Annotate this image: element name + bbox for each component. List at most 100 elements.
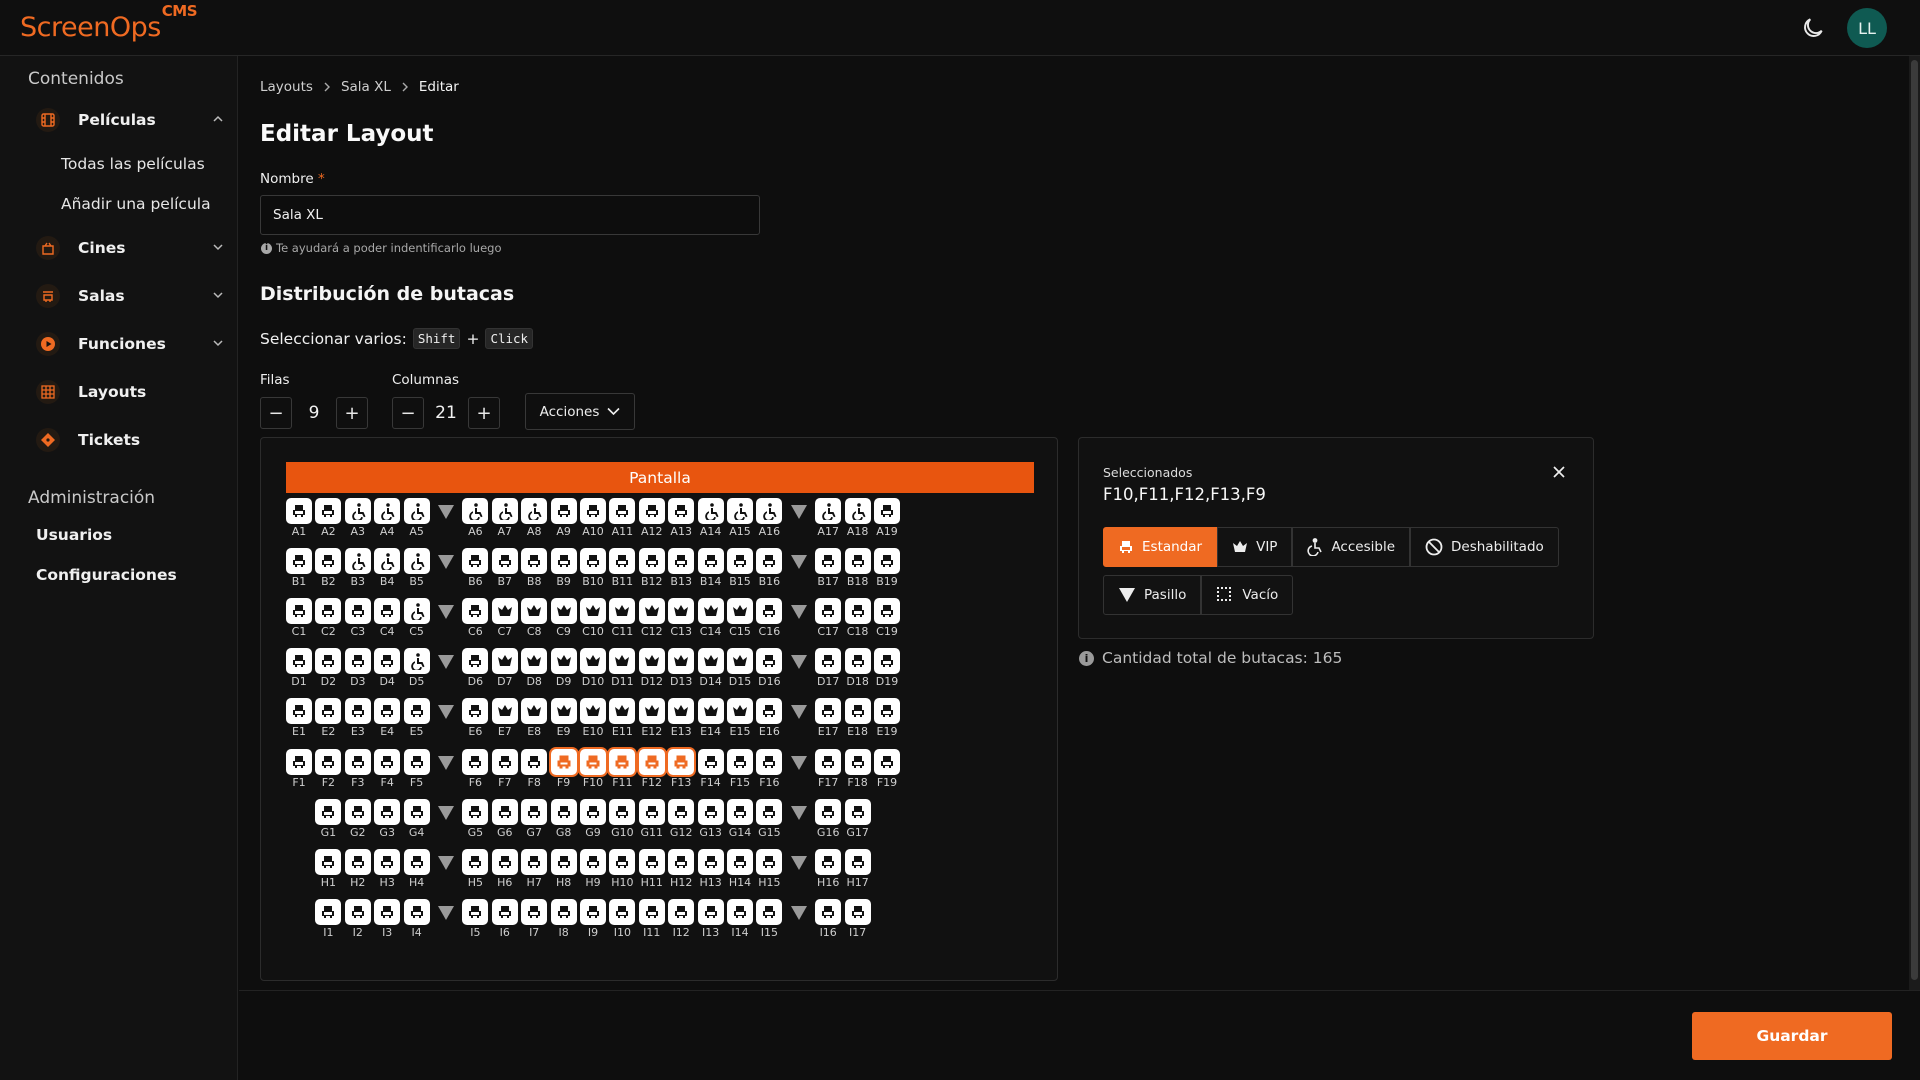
seat-E11[interactable] bbox=[609, 698, 636, 725]
seat-G2[interactable] bbox=[344, 798, 371, 825]
user-avatar[interactable]: LL bbox=[1847, 8, 1887, 48]
breadcrumb-sala[interactable]: Sala XL bbox=[341, 79, 391, 95]
seat-H11[interactable] bbox=[638, 848, 665, 875]
seat-C5[interactable] bbox=[403, 598, 430, 625]
seat-A16[interactable] bbox=[756, 498, 783, 524]
seat-B9[interactable] bbox=[550, 548, 577, 575]
seat-A17[interactable] bbox=[815, 498, 842, 524]
seat-D17[interactable] bbox=[815, 648, 842, 675]
seat-F10[interactable] bbox=[580, 748, 606, 775]
scrollbar-thumb[interactable] bbox=[1911, 60, 1918, 980]
seat-B11[interactable] bbox=[609, 548, 636, 575]
seat-H8[interactable] bbox=[550, 848, 577, 875]
seat-G6[interactable] bbox=[491, 798, 518, 825]
seat-C3[interactable] bbox=[344, 598, 371, 625]
seat-G15[interactable] bbox=[756, 798, 783, 825]
type-deshabilitado-button[interactable]: Deshabilitado bbox=[1410, 527, 1559, 567]
seat-E1[interactable] bbox=[286, 698, 312, 725]
seat-B5[interactable] bbox=[403, 548, 430, 575]
seat-C2[interactable] bbox=[315, 598, 342, 625]
seat-B15[interactable] bbox=[727, 548, 753, 575]
seat-A2[interactable] bbox=[315, 498, 342, 524]
sidebar-subitem-anadir[interactable]: Añadir una película bbox=[61, 195, 211, 213]
name-input[interactable] bbox=[260, 195, 760, 235]
seat-A19[interactable] bbox=[874, 498, 900, 524]
aisle-cell[interactable] bbox=[431, 899, 461, 945]
type-vacio-button[interactable]: Vacío bbox=[1201, 575, 1294, 615]
seat-I10[interactable] bbox=[609, 898, 636, 925]
seat-H15[interactable] bbox=[756, 848, 783, 875]
seat-G7[interactable] bbox=[521, 798, 548, 825]
aisle-cell[interactable] bbox=[784, 749, 814, 795]
seat-C11[interactable] bbox=[609, 598, 636, 625]
seat-B8[interactable] bbox=[521, 548, 548, 575]
aisle-cell[interactable] bbox=[784, 498, 814, 544]
page-scrollbar[interactable] bbox=[1909, 56, 1920, 990]
seat-D7[interactable] bbox=[491, 648, 518, 675]
seat-F16[interactable] bbox=[756, 748, 783, 775]
seat-D19[interactable] bbox=[874, 648, 900, 675]
seat-I5[interactable] bbox=[462, 898, 489, 925]
type-estandar-button[interactable]: Estandar bbox=[1103, 527, 1218, 567]
aisle-cell[interactable] bbox=[784, 648, 814, 694]
seat-I4[interactable] bbox=[403, 898, 430, 925]
seat-C1[interactable] bbox=[286, 598, 312, 625]
seat-H9[interactable] bbox=[580, 848, 606, 875]
aisle-cell[interactable] bbox=[784, 799, 814, 845]
seat-G10[interactable] bbox=[609, 798, 636, 825]
seat-G1[interactable] bbox=[315, 798, 342, 825]
sidebar-item-peliculas[interactable]: Películas bbox=[36, 104, 224, 136]
seat-E10[interactable] bbox=[580, 698, 606, 725]
seat-E3[interactable] bbox=[344, 698, 371, 725]
columnas-decrement-button[interactable]: − bbox=[392, 397, 424, 429]
aisle-cell[interactable] bbox=[784, 698, 814, 744]
aisle-cell[interactable] bbox=[431, 698, 461, 744]
seat-E15[interactable] bbox=[727, 698, 753, 725]
seat-E18[interactable] bbox=[844, 698, 871, 725]
seat-I16[interactable] bbox=[815, 898, 842, 925]
seat-H12[interactable] bbox=[668, 848, 695, 875]
seat-C7[interactable] bbox=[491, 598, 518, 625]
seat-B16[interactable] bbox=[756, 548, 783, 575]
seat-A14[interactable] bbox=[697, 498, 724, 524]
type-pasillo-button[interactable]: Pasillo bbox=[1103, 575, 1202, 615]
seat-B4[interactable] bbox=[374, 548, 401, 575]
chevron-down-icon[interactable] bbox=[212, 337, 224, 349]
seat-I1[interactable] bbox=[315, 898, 342, 925]
sidebar-item-tickets[interactable]: Tickets bbox=[36, 424, 224, 456]
seat-F19[interactable] bbox=[874, 748, 900, 775]
filas-decrement-button[interactable]: − bbox=[260, 397, 292, 429]
seat-F3[interactable] bbox=[344, 748, 371, 775]
seat-A9[interactable] bbox=[550, 498, 577, 524]
seat-F7[interactable] bbox=[491, 748, 518, 775]
seat-I6[interactable] bbox=[491, 898, 518, 925]
seat-F17[interactable] bbox=[815, 748, 842, 775]
filas-increment-button[interactable]: + bbox=[336, 397, 368, 429]
chevron-down-icon[interactable] bbox=[212, 241, 224, 253]
sidebar-item-funciones[interactable]: Funciones bbox=[36, 328, 224, 360]
seat-H16[interactable] bbox=[815, 848, 842, 875]
seat-A15[interactable] bbox=[727, 498, 753, 524]
seat-F15[interactable] bbox=[727, 748, 753, 775]
seat-I9[interactable] bbox=[580, 898, 606, 925]
chevron-down-icon[interactable] bbox=[212, 289, 224, 301]
sidebar-item-usuarios[interactable]: Usuarios bbox=[36, 526, 112, 544]
aisle-cell[interactable] bbox=[431, 598, 461, 644]
seat-I12[interactable] bbox=[668, 898, 695, 925]
seat-D14[interactable] bbox=[697, 648, 724, 675]
seat-D3[interactable] bbox=[344, 648, 371, 675]
seat-C6[interactable] bbox=[462, 598, 489, 625]
seat-A13[interactable] bbox=[668, 498, 695, 524]
seat-E9[interactable] bbox=[550, 698, 577, 725]
seat-A7[interactable] bbox=[491, 498, 518, 524]
dark-mode-icon[interactable] bbox=[1800, 15, 1826, 41]
seat-B19[interactable] bbox=[874, 548, 900, 575]
seat-F8[interactable] bbox=[521, 748, 548, 775]
seat-H13[interactable] bbox=[697, 848, 724, 875]
seat-H6[interactable] bbox=[491, 848, 518, 875]
seat-E7[interactable] bbox=[491, 698, 518, 725]
seat-A8[interactable] bbox=[521, 498, 548, 524]
seat-G17[interactable] bbox=[844, 798, 871, 825]
seat-A6[interactable] bbox=[462, 498, 489, 524]
seat-D13[interactable] bbox=[668, 648, 695, 675]
